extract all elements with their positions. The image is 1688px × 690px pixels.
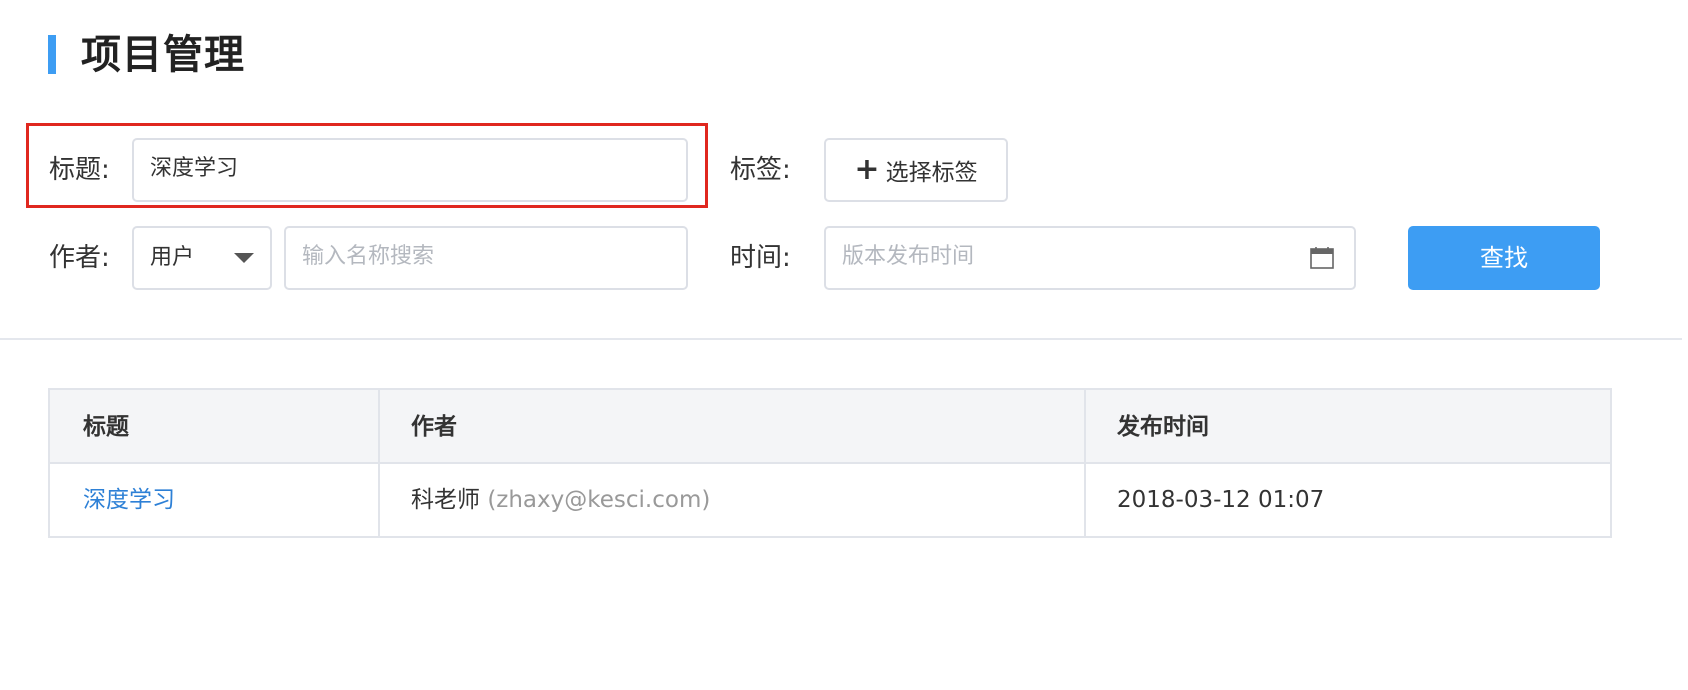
row-author-email: (zhaxy@kesci.com) <box>487 487 711 513</box>
row-author-name: 科老师 <box>411 487 480 513</box>
column-separator <box>1084 390 1086 536</box>
select-tag-button[interactable]: + 选择标签 <box>824 138 1008 202</box>
author-type-selected: 用户 <box>150 245 195 270</box>
page-title: 项目管理 <box>81 32 245 78</box>
row-author: 科老师 (zhaxy@kesci.com) <box>411 485 710 515</box>
table-row: 深度学习 科老师 (zhaxy@kesci.com) 2018-03-12 01… <box>50 464 1610 536</box>
publish-time-placeholder: 版本发布时间 <box>842 244 975 269</box>
row-title-link[interactable]: 深度学习 <box>83 485 175 515</box>
calendar-icon <box>1310 247 1334 269</box>
row-published-time: 2018-03-12 01:07 <box>1117 487 1325 513</box>
plus-icon: + <box>854 152 880 187</box>
column-header-published: 发布时间 <box>1117 414 1209 440</box>
title-input[interactable]: 深度学习 <box>132 138 688 202</box>
author-type-select[interactable]: 用户 <box>132 226 272 290</box>
column-header-author: 作者 <box>411 414 457 440</box>
publish-time-picker[interactable]: 版本发布时间 <box>824 226 1356 290</box>
title-accent-bar <box>48 35 56 74</box>
tag-filter-label: 标签: <box>730 155 791 185</box>
author-filter-label: 作者: <box>49 243 110 273</box>
table-header-row: 标题 作者 发布时间 <box>50 390 1610 464</box>
page-header: 项目管理 <box>0 0 1688 110</box>
column-separator <box>378 390 380 536</box>
results-table: 标题 作者 发布时间 深度学习 科老师 (zhaxy@kesci.com) 20… <box>48 388 1612 538</box>
section-divider <box>0 338 1682 340</box>
author-search-input[interactable]: 输入名称搜索 <box>284 226 688 290</box>
select-tag-button-label: 选择标签 <box>885 160 978 186</box>
column-header-title: 标题 <box>83 414 129 440</box>
caret-down-icon <box>234 253 254 263</box>
title-filter-label: 标题: <box>49 155 110 185</box>
search-button[interactable]: 查找 <box>1408 226 1600 290</box>
time-filter-label: 时间: <box>730 243 791 273</box>
